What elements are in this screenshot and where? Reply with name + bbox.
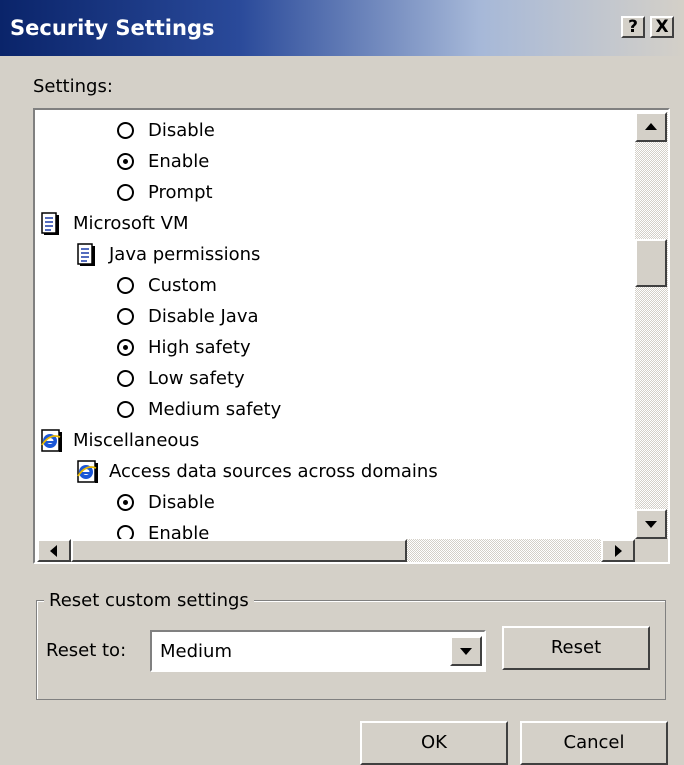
reset-button[interactable]: Reset (502, 626, 650, 670)
arrow-right-icon (615, 544, 622, 557)
setting-label: Disable (148, 492, 215, 513)
setting-label: Miscellaneous (73, 430, 200, 451)
scroll-down-button[interactable] (635, 509, 667, 539)
horizontal-scroll-thumb[interactable] (71, 539, 407, 562)
vertical-scrollbar[interactable] (635, 112, 668, 539)
setting-label: Disable Java (148, 306, 259, 327)
cancel-button[interactable]: Cancel (520, 721, 668, 765)
setting-label: Low safety (148, 368, 245, 389)
setting-label: High safety (148, 337, 251, 358)
setting-option[interactable]: Prompt (117, 177, 213, 208)
settings-label: Settings: (33, 76, 113, 97)
dropdown-button[interactable] (450, 636, 482, 666)
ok-button[interactable]: OK (360, 721, 508, 765)
document-icon (41, 211, 59, 235)
setting-option[interactable]: Enable (117, 146, 209, 177)
radio-icon[interactable] (117, 525, 134, 539)
setting-option[interactable]: Disable (117, 487, 215, 518)
radio-icon[interactable] (117, 308, 134, 325)
setting-category: Java permissions (77, 239, 260, 270)
radio-icon[interactable] (117, 122, 134, 139)
settings-tree: Disable Enable Prompt Microsoft VM Java perm… (37, 112, 635, 539)
setting-label: Disable (148, 120, 215, 141)
arrow-left-icon (50, 544, 57, 557)
chevron-down-icon (460, 648, 472, 655)
setting-option[interactable]: Medium safety (117, 394, 281, 425)
scrollbar-corner (635, 539, 668, 562)
setting-label: Custom (148, 275, 217, 296)
setting-category: Microsoft VM (41, 208, 188, 239)
radio-checked-icon[interactable] (117, 494, 134, 511)
setting-label: Microsoft VM (73, 213, 189, 234)
setting-option[interactable]: Disable (117, 115, 215, 146)
setting-option[interactable]: Disable Java (117, 301, 259, 332)
vertical-scroll-thumb[interactable] (635, 239, 667, 287)
setting-option[interactable]: High safety (117, 332, 251, 363)
document-icon (77, 242, 95, 266)
radio-icon[interactable] (117, 277, 134, 294)
arrow-down-icon (645, 521, 657, 528)
setting-label: Java permissions (109, 244, 261, 265)
internet-explorer-icon (77, 459, 98, 483)
radio-checked-icon[interactable] (117, 153, 134, 170)
close-button[interactable]: X (650, 16, 674, 38)
radio-icon[interactable] (117, 401, 134, 418)
setting-option[interactable]: Custom (117, 270, 217, 301)
internet-explorer-icon (41, 428, 62, 452)
radio-icon[interactable] (117, 184, 134, 201)
scroll-right-button[interactable] (601, 539, 635, 562)
setting-label: Enable (148, 523, 210, 539)
reset-to-dropdown[interactable]: Medium (150, 630, 486, 672)
setting-category: Miscellaneous (41, 425, 199, 456)
reset-to-label: Reset to: (46, 640, 127, 661)
radio-icon[interactable] (117, 370, 134, 387)
scroll-left-button[interactable] (37, 539, 71, 562)
radio-checked-icon[interactable] (117, 339, 134, 356)
setting-option[interactable]: Low safety (117, 363, 245, 394)
reset-group-title: Reset custom settings (44, 590, 254, 611)
horizontal-scrollbar[interactable] (37, 539, 635, 562)
arrow-up-icon (645, 123, 657, 130)
setting-label: Prompt (148, 182, 213, 203)
setting-category: Access data sources across domains (77, 456, 438, 487)
title-bar: Security Settings ? X (0, 0, 684, 56)
setting-label: Access data sources across domains (109, 461, 438, 482)
setting-label: Medium safety (148, 399, 282, 420)
help-button[interactable]: ? (621, 16, 645, 38)
setting-option[interactable]: Enable (117, 518, 209, 539)
settings-listbox[interactable]: Disable Enable Prompt Microsoft VM Java perm… (33, 108, 670, 564)
window-title: Security Settings (10, 16, 215, 40)
scroll-up-button[interactable] (635, 112, 667, 142)
setting-label: Enable (148, 151, 210, 172)
reset-to-selected-value: Medium (160, 641, 232, 662)
